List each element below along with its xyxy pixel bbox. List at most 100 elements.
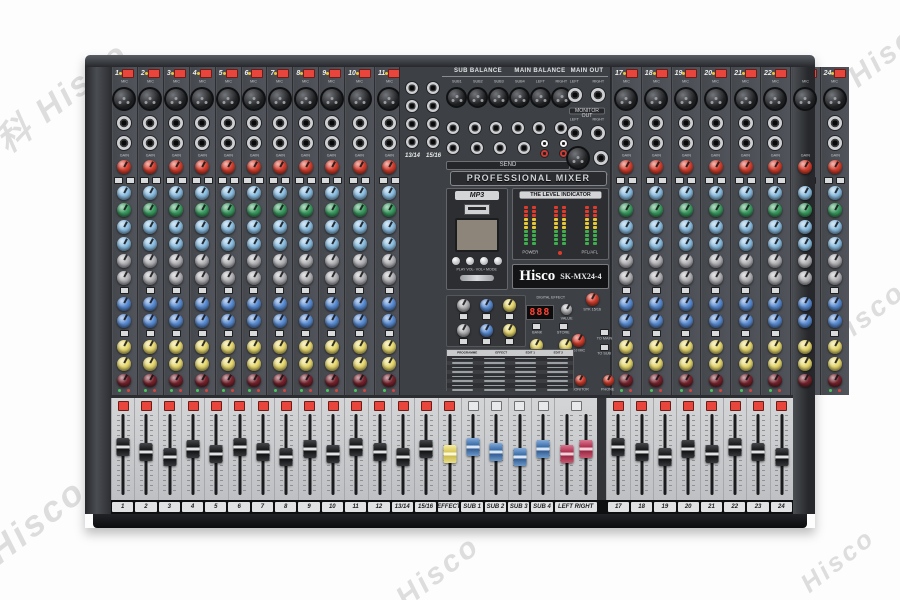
low-cut-button[interactable] <box>192 177 201 184</box>
eq-aux-knob[interactable] <box>299 220 313 234</box>
store-button[interactable] <box>559 323 568 330</box>
xlr-mic-input[interactable] <box>190 87 214 111</box>
gain-knob[interactable] <box>247 160 261 174</box>
xlr-mic-input[interactable] <box>377 87 401 111</box>
eq-aux-knob[interactable] <box>768 340 782 354</box>
balance-jack[interactable] <box>446 121 460 135</box>
pad-button[interactable] <box>836 177 845 184</box>
eq-aux-knob[interactable] <box>619 297 633 311</box>
aux-master-button[interactable] <box>459 338 468 345</box>
eq-aux-knob[interactable] <box>649 186 663 200</box>
eq-aux-knob[interactable] <box>768 203 782 217</box>
gain-knob[interactable] <box>169 160 183 174</box>
fader-mute-button[interactable] <box>281 401 292 411</box>
pan-knob[interactable] <box>353 374 367 388</box>
low-cut-button[interactable] <box>218 177 227 184</box>
eq-aux-knob[interactable] <box>619 203 633 217</box>
gain-knob[interactable] <box>353 160 367 174</box>
eq-aux-knob[interactable] <box>619 271 633 285</box>
eq-aux-knob[interactable] <box>221 203 235 217</box>
eq-aux-knob[interactable] <box>798 297 812 311</box>
pan-knob[interactable] <box>299 374 313 388</box>
eq-aux-knob[interactable] <box>325 254 339 268</box>
balance-xlr[interactable] <box>530 87 551 108</box>
eq-aux-knob[interactable] <box>798 237 812 251</box>
aux-switch-button[interactable] <box>681 330 690 337</box>
eq-aux-knob[interactable] <box>739 254 753 268</box>
aux-master-button[interactable] <box>482 313 491 320</box>
line-input-jack[interactable] <box>168 115 184 131</box>
mic-pad-button[interactable] <box>775 69 787 78</box>
fader-cap[interactable] <box>775 448 788 466</box>
pan-knob[interactable] <box>649 374 663 388</box>
fader-cap[interactable] <box>117 438 130 456</box>
mic-pad-button[interactable] <box>329 69 341 78</box>
eq-aux-knob[interactable] <box>619 220 633 234</box>
pad-button[interactable] <box>281 177 290 184</box>
aux-switch-button[interactable] <box>355 287 364 294</box>
send-jack[interactable] <box>446 141 460 155</box>
eq-aux-knob[interactable] <box>195 271 209 285</box>
xlr-mic-input[interactable] <box>644 87 668 111</box>
insert-jack[interactable] <box>272 135 288 151</box>
fader-mute-button[interactable] <box>374 401 385 411</box>
fader-mute-button[interactable] <box>776 401 787 411</box>
phone-knob[interactable] <box>603 375 614 386</box>
fader-cap[interactable] <box>537 440 550 458</box>
insert-jack[interactable] <box>827 135 843 151</box>
gain-knob[interactable] <box>739 160 753 174</box>
to-main-button[interactable] <box>600 329 609 336</box>
fader-cap[interactable] <box>729 438 742 456</box>
eq-aux-knob[interactable] <box>649 220 663 234</box>
eq-aux-knob[interactable] <box>273 297 287 311</box>
eq-aux-knob[interactable] <box>709 203 723 217</box>
aux-switch-button[interactable] <box>771 330 780 337</box>
eq-aux-knob[interactable] <box>798 314 812 328</box>
mp3-mode-button[interactable] <box>493 256 503 266</box>
eq-aux-knob[interactable] <box>382 220 396 234</box>
insert-jack[interactable] <box>298 135 314 151</box>
low-cut-button[interactable] <box>269 177 278 184</box>
rca-white-jack[interactable] <box>540 139 549 148</box>
eq-aux-knob[interactable] <box>353 297 367 311</box>
pad-button[interactable] <box>333 177 342 184</box>
mic-pad-button[interactable] <box>745 69 757 78</box>
low-cut-button[interactable] <box>616 177 625 184</box>
low-cut-button[interactable] <box>321 177 330 184</box>
eq-aux-knob[interactable] <box>353 340 367 354</box>
eq-aux-knob[interactable] <box>768 297 782 311</box>
mic-pad-button[interactable] <box>277 69 289 78</box>
eq-aux-knob[interactable] <box>299 186 313 200</box>
eq-aux-knob[interactable] <box>619 357 633 371</box>
eq-aux-knob[interactable] <box>798 357 812 371</box>
eq-aux-knob[interactable] <box>273 340 287 354</box>
fader-cap[interactable] <box>303 440 316 458</box>
eq-aux-knob[interactable] <box>828 203 842 217</box>
fader-mute-button[interactable] <box>304 401 315 411</box>
low-cut-button[interactable] <box>114 177 123 184</box>
aux-master-button[interactable] <box>505 338 514 345</box>
aux-switch-button[interactable] <box>711 330 720 337</box>
low-cut-button[interactable] <box>295 177 304 184</box>
eq-aux-knob[interactable] <box>679 203 693 217</box>
eq-aux-knob[interactable] <box>798 340 812 354</box>
eq-aux-knob[interactable] <box>195 357 209 371</box>
eq-aux-knob[interactable] <box>709 237 723 251</box>
fader-cap[interactable] <box>635 443 648 461</box>
aux-master-button[interactable] <box>482 338 491 345</box>
gain-knob[interactable] <box>273 160 287 174</box>
eq-aux-knob[interactable] <box>195 314 209 328</box>
mp3-vol-up-button[interactable] <box>479 256 489 266</box>
eq-aux-knob[interactable] <box>117 254 131 268</box>
low-cut-button[interactable] <box>349 177 358 184</box>
mic-pad-button[interactable] <box>200 69 212 78</box>
eq-aux-knob[interactable] <box>247 237 261 251</box>
fader-mute-button[interactable] <box>211 401 222 411</box>
stereo-input-jack[interactable] <box>426 81 440 95</box>
gain-knob[interactable] <box>117 160 131 174</box>
pad-button[interactable] <box>230 177 239 184</box>
aux-switch-button[interactable] <box>385 287 394 294</box>
fader-mute-button[interactable] <box>141 401 152 411</box>
aux-master-knob[interactable] <box>480 324 493 337</box>
insert-jack[interactable] <box>194 135 210 151</box>
